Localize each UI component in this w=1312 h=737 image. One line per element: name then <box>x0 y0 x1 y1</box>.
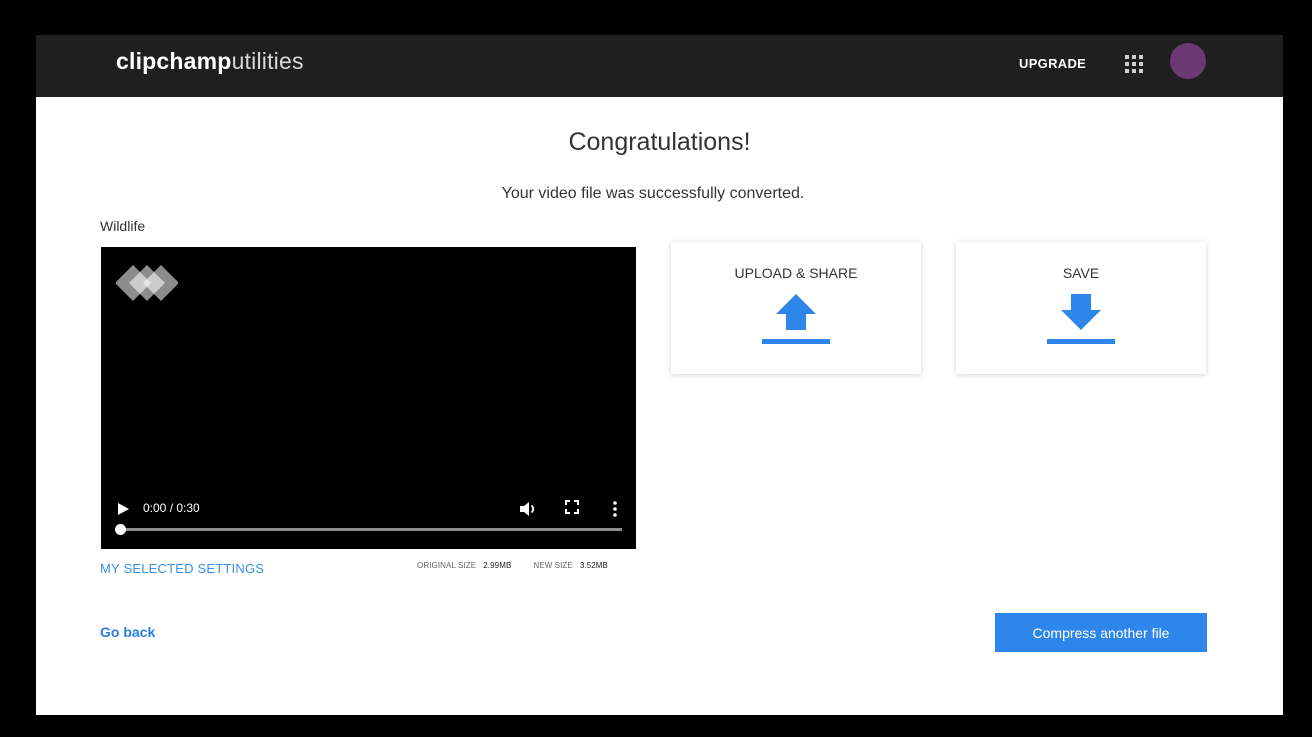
download-arrow-icon <box>1047 294 1115 344</box>
upload-share-card[interactable]: UPLOAD & SHARE <box>671 242 921 374</box>
upload-arrow-icon <box>762 294 830 344</box>
play-icon[interactable] <box>116 502 130 516</box>
clipchamp-watermark-icon <box>116 265 178 301</box>
video-controls: 0:00 / 0:30 <box>101 495 636 549</box>
fullscreen-icon[interactable] <box>565 500 579 514</box>
video-progress-bar[interactable] <box>115 524 622 535</box>
logo-brand: clipchamp <box>116 48 232 74</box>
go-back-link[interactable]: Go back <box>100 624 155 640</box>
logo-sub: utilities <box>231 48 304 74</box>
save-label: SAVE <box>1062 265 1100 281</box>
volume-icon[interactable] <box>519 500 537 518</box>
app-window: clipchamputilities UPGRADE Congratulatio… <box>36 35 1283 715</box>
new-size-value: 3.52MB <box>579 561 608 570</box>
original-size-value: 2.99MB <box>483 561 512 570</box>
upgrade-button[interactable]: UPGRADE <box>1019 56 1086 71</box>
video-player[interactable]: 0:00 / 0:30 <box>101 247 636 549</box>
grid-icon[interactable] <box>1125 55 1143 73</box>
page-subtitle: Your video file was successfully convert… <box>501 185 805 202</box>
video-time: 0:00 / 0:30 <box>143 501 200 515</box>
top-bar: clipchamputilities UPGRADE <box>36 35 1283 97</box>
file-name: Wildlife <box>100 218 146 234</box>
more-vertical-icon[interactable] <box>612 500 618 518</box>
new-size-label: NEW SIZE <box>533 561 573 570</box>
save-card[interactable]: SAVE <box>956 242 1206 374</box>
compress-another-file-button[interactable]: Compress another file <box>995 613 1207 652</box>
logo[interactable]: clipchamputilities <box>116 48 304 75</box>
file-sizes: ORIGINAL SIZE 2.99MB NEW SIZE 3.52MB <box>417 561 608 570</box>
avatar[interactable] <box>1170 43 1206 79</box>
page-title: Congratulations! <box>568 128 751 156</box>
progress-knob[interactable] <box>115 524 126 535</box>
my-selected-settings-link[interactable]: MY SELECTED SETTINGS <box>100 561 264 576</box>
original-size-label: ORIGINAL SIZE <box>417 561 477 570</box>
upload-share-label: UPLOAD & SHARE <box>734 265 858 281</box>
